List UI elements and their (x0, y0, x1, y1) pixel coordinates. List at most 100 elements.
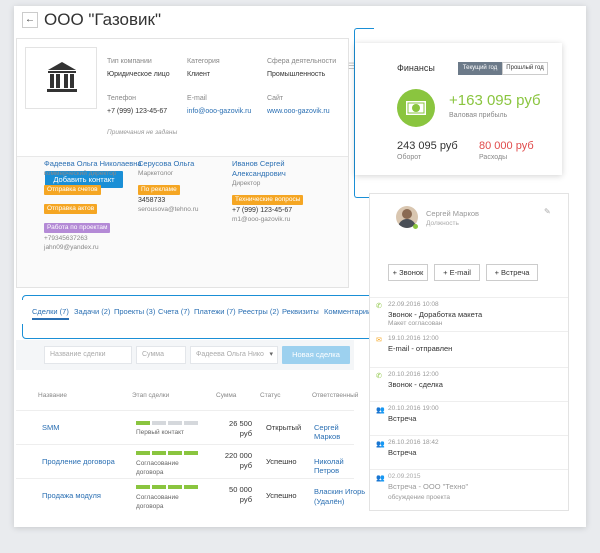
contact-card: Фадеева Ольга Николаевна коммерческий ди… (44, 159, 144, 252)
profit-value: +163 095 руб (449, 92, 541, 109)
people-icon: 👥 (376, 441, 385, 448)
progress-segment (168, 485, 182, 489)
activity-text: Встреча (388, 414, 417, 423)
activity-text: E-mail - отправлен (388, 344, 453, 353)
tab-requisites[interactable]: Реквизиты (282, 307, 319, 316)
add-meeting-button[interactable]: + Встреча (486, 264, 538, 281)
table-row[interactable]: Продление договора Согласование договора… (16, 444, 354, 478)
col-sum: Сумма (216, 392, 237, 399)
deal-owner[interactable]: Сергей Марков (314, 423, 354, 441)
phone-icon: ✆ (376, 373, 382, 380)
activity-sub: Макет согласован (388, 320, 443, 327)
edit-icon[interactable]: ✎ (544, 207, 551, 216)
tab-comments[interactable]: Комментарии (324, 307, 371, 316)
online-status-icon (413, 224, 418, 229)
progress-segment (168, 451, 182, 455)
period-last-button[interactable]: Прошлый год (502, 62, 548, 75)
activity-text: Встреча - ООО "Техно" (388, 482, 469, 491)
sphere-label: Сфера деятельности (267, 58, 337, 65)
deal-name[interactable]: SMM (42, 423, 60, 432)
sphere-value: Промышленность (267, 71, 326, 78)
category-value: Клиент (187, 71, 211, 78)
tab-projects[interactable]: Проекты (3) (114, 307, 155, 316)
tab-tasks[interactable]: Задачи (2) (74, 307, 110, 316)
tab-payments[interactable]: Платежи (7) (194, 307, 236, 316)
email-label: E-mail (187, 95, 207, 102)
type-label: Тип компании (107, 58, 152, 65)
bank-icon (47, 62, 77, 92)
deal-status: Успешно (266, 491, 297, 500)
sum-input[interactable]: Сумма (136, 346, 186, 364)
phone-icon: ✆ (376, 303, 382, 310)
contact-phone: 3458733 (138, 197, 166, 204)
contact-email[interactable]: jahn09@yandex.ru (44, 243, 144, 252)
activity-item[interactable]: ✉ 19.10.2016 12:00 E-mail - отправлен (370, 331, 568, 367)
deal-name-input[interactable]: Название сделки (44, 346, 132, 364)
finance-title: Финансы (397, 63, 435, 73)
activity-item[interactable]: 👥 26.10.2016 18:42 Встреча (370, 435, 568, 469)
stage-label: Первый контакт (136, 429, 184, 436)
deal-name[interactable]: Продажа модуля (42, 491, 101, 500)
add-email-button[interactable]: + E-mail (434, 264, 480, 281)
progress-segment (136, 485, 150, 489)
contact-tag: Работа по проектам (44, 223, 111, 233)
activity-date: 22.09.2016 10:08 (388, 301, 439, 308)
progress-segment (136, 421, 150, 425)
col-owner: Ответственный (312, 392, 359, 399)
tab-registries[interactable]: Реестры (2) (238, 307, 279, 316)
money-icon (397, 89, 435, 127)
contact-email[interactable]: m1@ooo-gazovik.ru (232, 215, 332, 224)
activity-item[interactable]: ✆ 20.10.2016 12:00 Звонок - сделка (370, 367, 568, 401)
tabs-bar: Сделки (7) Задачи (2) Проекты (3) Счета … (16, 300, 371, 324)
period-current-button[interactable]: Текущий год (458, 62, 502, 75)
progress-segment (168, 421, 182, 425)
col-stage: Этап сделки (132, 392, 170, 399)
owner-select[interactable]: Фадеева Ольга Нико ▾ (190, 346, 278, 364)
manager-name[interactable]: Сергей Марков (426, 209, 479, 218)
contact-name[interactable]: Серусова Ольга (138, 159, 238, 169)
contact-role: Директор (232, 180, 261, 187)
col-name: Название (38, 392, 68, 399)
contact-name[interactable]: Иванов Сергей Александрович (232, 159, 332, 179)
progress-segment (136, 451, 150, 455)
activity-date: 20.10.2016 19:00 (388, 405, 439, 412)
table-row[interactable]: SMM Первый контакт 26 500 руб Открытый С… (16, 410, 354, 444)
activity-item[interactable]: ✆ 22.09.2016 10:08 Звонок - Доработка ма… (370, 297, 568, 331)
stage-progress (136, 421, 200, 425)
type-value: Юридическое лицо (107, 71, 170, 78)
stage-label: Согласование договора (136, 494, 179, 510)
finance-card: Финансы Текущий год Прошлый год +163 095… (355, 43, 562, 175)
tab-invoices[interactable]: Счета (7) (158, 307, 190, 316)
deal-name[interactable]: Продление договора (42, 457, 115, 466)
turnover-label: Оборот (397, 154, 422, 161)
deal-filters: Название сделки Сумма Фадеева Ольга Нико… (16, 340, 354, 370)
activity-text: Звонок - Доработка макета (388, 310, 483, 319)
activity-item[interactable]: 👥 20.10.2016 19:00 Встреча (370, 401, 568, 435)
contact-email[interactable]: serousova@tehno.ru (138, 205, 238, 214)
progress-segment (152, 421, 166, 425)
activity-text: Встреча (388, 448, 417, 457)
contact-tag: По рекламе (138, 185, 180, 195)
chevron-down-icon: ▾ (269, 351, 273, 358)
stage-progress (136, 485, 200, 489)
contact-tag: Технические вопросы (232, 195, 304, 205)
deal-owner[interactable]: Николай Петров (314, 457, 354, 475)
activity-date: 02.09.2015 (388, 473, 421, 480)
contact-name[interactable]: Фадеева Ольга Николаевна (44, 159, 144, 169)
expenses-value: 80 000 руб (479, 140, 534, 152)
phone-value: +7 (999) 123-45-67 (107, 108, 168, 115)
contact-tag: Отправка актов (44, 204, 98, 214)
tab-deals[interactable]: Сделки (7) (32, 307, 69, 320)
activity-text: Звонок - сделка (388, 380, 443, 389)
new-deal-button[interactable]: Новая сделка (282, 346, 350, 364)
email-link[interactable]: info@ooo-gazovik.ru (187, 108, 251, 115)
activity-item[interactable]: 👥 02.09.2015 Встреча - ООО "Техно" обсуж… (370, 469, 568, 509)
back-button[interactable]: ← (22, 12, 38, 28)
stage-label: Согласование договора (136, 460, 179, 476)
manager-role: Должность (426, 220, 459, 227)
site-link[interactable]: www.ooo-gazovik.ru (267, 108, 330, 115)
deal-owner[interactable]: Власкин Игорь (Удалён) (314, 487, 374, 507)
table-row[interactable]: Продажа модуля Согласование договора 50 … (16, 478, 365, 512)
add-call-button[interactable]: + Звонок (388, 264, 428, 281)
owner-select-value: Фадеева Ольга Нико (196, 351, 264, 358)
